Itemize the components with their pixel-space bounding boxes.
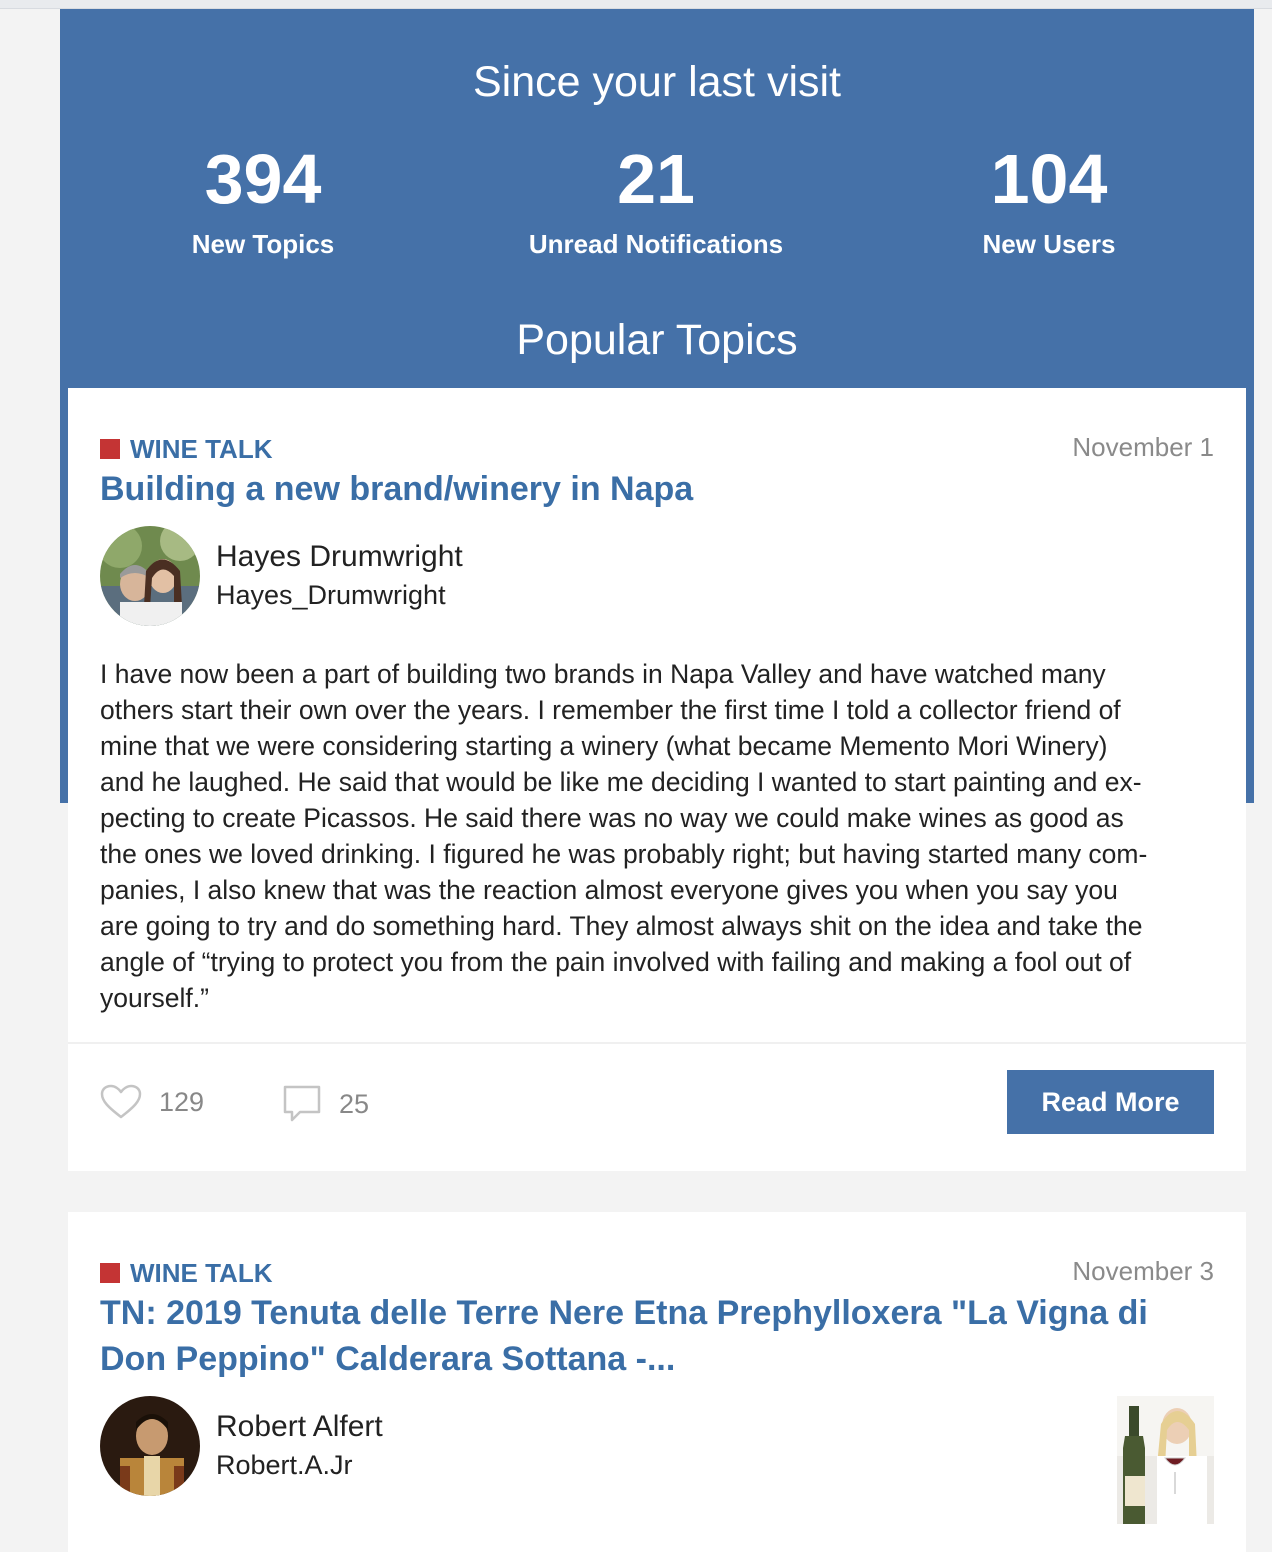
topic-title-link[interactable]: TN: 2019 Tenuta delle Terre Nere Etna Pr… — [100, 1290, 1214, 1382]
excerpt-line: pecting to create Picassos. He said ther… — [100, 803, 1124, 833]
stat-unread-notifications[interactable]: 21 Unread Notifications — [476, 137, 836, 261]
excerpt-line: are going to try and do something hard. … — [100, 911, 1143, 941]
stat-label: Unread Notifications — [528, 229, 784, 259]
title-line: Don Peppino" Calderara Sottana -... — [100, 1340, 676, 1378]
category-label: WINE TALK — [130, 434, 273, 464]
topic-title-link[interactable]: Building a new brand/winery in Napa — [100, 466, 1214, 512]
popular-topics-heading: Popular Topics — [516, 316, 798, 364]
author-name: Robert Alfert — [216, 1410, 383, 1443]
avatar[interactable] — [100, 1396, 200, 1496]
topic-category[interactable]: WINE TALK — [100, 434, 273, 464]
excerpt-line: the ones we loved drinking. I figured he… — [100, 839, 1148, 869]
stat-label: New Topics — [191, 229, 335, 259]
excerpt-line: I have now been a part of building two b… — [100, 659, 1106, 689]
card-divider — [68, 1042, 1246, 1044]
excerpt-line: yourself.” — [100, 983, 209, 1013]
topic-date: November 1 — [1072, 432, 1214, 462]
stat-value: 104 — [990, 140, 1108, 218]
excerpt-line: mine that we were considering starting a… — [100, 731, 1108, 761]
comment-button[interactable]: 25 — [282, 1084, 369, 1124]
browser-top-edge — [0, 0, 1272, 9]
stat-new-users[interactable]: 104 New Users — [869, 137, 1229, 261]
topic-card: WINE TALK November 3 TN: 2019 Tenuta del… — [68, 1212, 1246, 1552]
stat-value: 21 — [617, 140, 695, 218]
topic-author[interactable]: Hayes Drumwright Hayes_Drumwright — [100, 526, 463, 626]
read-more-button[interactable]: Read More — [1007, 1070, 1214, 1134]
excerpt-line: and he laughed. He said that would be li… — [100, 767, 1142, 797]
heart-outline-icon — [100, 1084, 142, 1120]
like-button[interactable]: 129 — [100, 1084, 204, 1120]
stat-new-topics[interactable]: 394 New Topics — [83, 137, 443, 261]
like-count: 129 — [159, 1086, 205, 1117]
comment-count: 25 — [339, 1088, 370, 1119]
topic-author[interactable]: Robert Alfert Robert.A.Jr — [100, 1396, 383, 1496]
topic-excerpt: I have now been a part of building two b… — [100, 656, 1216, 1016]
stat-label: New Users — [982, 229, 1116, 259]
topic-thumbnail[interactable] — [1117, 1396, 1214, 1524]
speech-bubble-icon — [282, 1084, 322, 1124]
red-square-icon — [100, 439, 120, 459]
avatar[interactable] — [100, 526, 200, 626]
excerpt-line: panies, I also knew that was the reactio… — [100, 875, 1118, 905]
excerpt-line: others start their own over the years. I… — [100, 695, 1121, 725]
author-name: Hayes Drumwright — [216, 540, 463, 573]
category-label: WINE TALK — [130, 1258, 273, 1288]
author-username: Robert.A.Jr — [216, 1450, 353, 1480]
stat-value: 394 — [204, 140, 322, 218]
banner-title: Since your last visit — [472, 58, 842, 106]
topic-card: WINE TALK November 1 Building a new bran… — [68, 388, 1246, 1171]
excerpt-line: angle of “trying to protect you from the… — [100, 947, 1132, 977]
red-square-icon — [100, 1263, 120, 1283]
topic-date: November 3 — [1072, 1256, 1214, 1286]
title-line: TN: 2019 Tenuta delle Terre Nere Etna Pr… — [100, 1294, 1148, 1332]
author-username: Hayes_Drumwright — [216, 580, 446, 610]
topic-category[interactable]: WINE TALK — [100, 1258, 273, 1288]
